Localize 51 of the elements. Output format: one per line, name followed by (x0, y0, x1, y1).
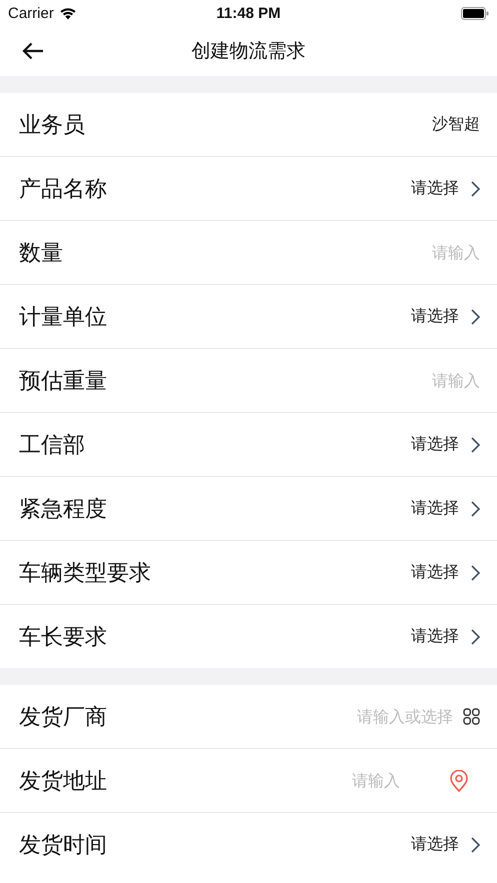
field-value: 沙智超 (432, 114, 480, 135)
select-value: 请选择 (411, 626, 459, 647)
field-label: 发货时间 (19, 832, 107, 860)
select-value: 请选择 (411, 498, 459, 519)
form-row[interactable]: 发货地址 请输入 (0, 749, 497, 813)
select-value: 请选择 (411, 434, 459, 455)
field-label: 业务员 (19, 112, 85, 140)
chevron-right-icon (471, 180, 480, 196)
status-time: 11:48 PM (216, 4, 281, 22)
grid-icon (463, 708, 480, 725)
select-value: 请选择 (411, 834, 459, 855)
chevron-right-icon (471, 564, 480, 580)
chevron-right-icon (471, 836, 480, 852)
field-label: 数量 (19, 240, 63, 268)
input-field[interactable]: 请输入 (404, 371, 480, 390)
page-title: 创建物流需求 (192, 39, 306, 64)
form-row[interactable]: 车辆类型要求 请选择 (0, 541, 497, 605)
location-pin-icon[interactable] (450, 770, 468, 792)
form-row[interactable]: 发货厂商 请输入或选择 (0, 685, 497, 749)
form-row[interactable]: 预估重量 请输入 (0, 349, 497, 413)
select-value: 请选择 (411, 306, 459, 327)
chevron-right-icon (471, 500, 480, 516)
field-label: 车辆类型要求 (19, 560, 151, 588)
field-label: 车长要求 (19, 624, 107, 652)
select-value: 请选择 (411, 562, 459, 583)
form-row[interactable]: 工信部 请选择 (0, 413, 497, 477)
form-row[interactable]: 车长要求 请选择 (0, 605, 497, 668)
form-row[interactable]: 计量单位 请选择 (0, 285, 497, 349)
form-row[interactable]: 数量 请输入 (0, 221, 497, 285)
back-button[interactable] (20, 40, 46, 62)
field-label: 发货厂商 (19, 704, 107, 732)
select-value: 请选择 (411, 178, 459, 199)
form-row[interactable]: 紧急程度 请选择 (0, 477, 497, 541)
input-field[interactable]: 请输入 (404, 243, 480, 262)
input-field[interactable]: 请输入或选择 (335, 707, 453, 726)
field-label: 紧急程度 (19, 496, 107, 524)
field-label: 计量单位 (19, 304, 107, 332)
field-label: 预估重量 (19, 368, 107, 396)
input-field[interactable]: 请输入 (324, 771, 400, 790)
chevron-right-icon (471, 308, 480, 324)
carrier-label: Carrier (8, 4, 54, 22)
battery-icon (461, 6, 489, 20)
form-row[interactable]: 产品名称 请选择 (0, 157, 497, 221)
form-row[interactable]: 业务员 沙智超 (0, 93, 497, 157)
form-row[interactable]: 发货时间 请选择 (0, 813, 497, 876)
field-label: 发货地址 (19, 768, 107, 796)
field-label: 产品名称 (19, 176, 107, 204)
chevron-right-icon (471, 436, 480, 452)
field-label: 工信部 (19, 432, 85, 460)
wifi-icon (58, 6, 77, 20)
chevron-right-icon (471, 628, 480, 644)
